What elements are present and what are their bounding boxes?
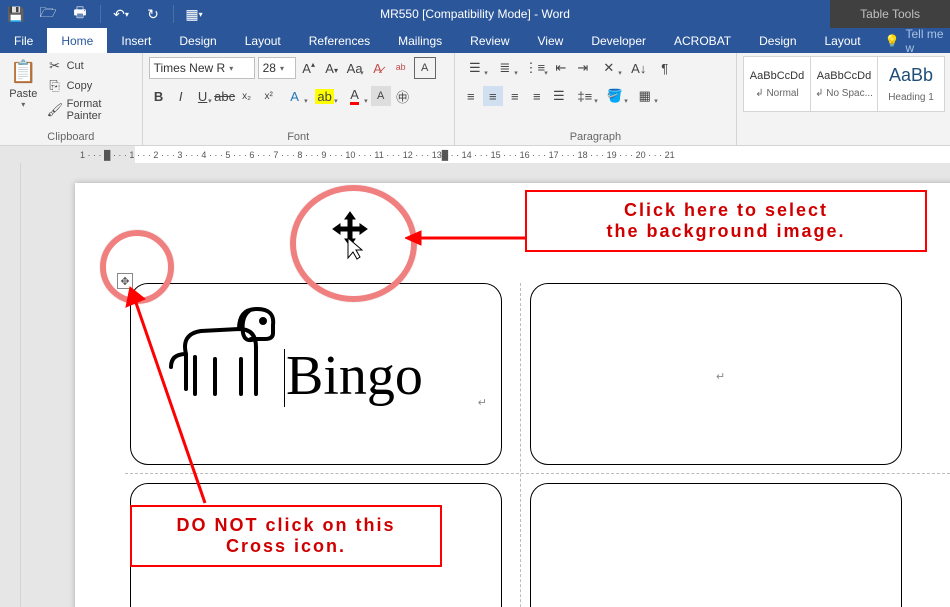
show-hide-button[interactable]: ¶ xyxy=(655,58,675,78)
increase-indent-button[interactable]: ⇥ xyxy=(573,58,593,78)
group-styles: AaBbCcDd ↲ Normal AaBbCcDd ↲ No Spac... … xyxy=(737,53,950,145)
copy-icon: ⎘ xyxy=(47,78,63,94)
italic-button[interactable]: I xyxy=(171,86,191,106)
justify-button[interactable]: ≡ xyxy=(527,86,547,106)
format-painter-button[interactable]: 🖌Format Painter xyxy=(47,98,136,122)
group-label-paragraph: Paragraph xyxy=(455,128,736,145)
style-no-spacing[interactable]: AaBbCcDd ↲ No Spac... xyxy=(810,56,878,112)
text-effects-button[interactable]: A▾ xyxy=(281,86,309,106)
label-text[interactable]: Bingo xyxy=(286,344,423,408)
annotation-callout-do-not-click: DO NOT click on this Cross icon. xyxy=(130,505,442,567)
annotation-arrow-2 xyxy=(120,285,220,510)
group-paragraph: ☰▾ ≣▾ ⋮≡▾ ⇤ ⇥ ✕▾ A↓ ¶ ≡ ≡ ≡ ≡ ☰ ‡≡▾ 🪣▾ ▦… xyxy=(455,53,737,145)
shading-button[interactable]: 🪣▾ xyxy=(601,86,629,106)
tab-file[interactable]: File xyxy=(0,28,47,53)
quick-print-icon[interactable]: 🖶 xyxy=(68,2,92,26)
label-cell-4[interactable] xyxy=(530,483,902,607)
align-right-button[interactable]: ≡ xyxy=(505,86,525,106)
group-font: Times New R▾ 28▾ A▴ A▾ Aa▾ A̷ ᵃᵇ A B I U… xyxy=(143,53,455,145)
undo-icon[interactable]: ↶▾ xyxy=(109,2,133,26)
change-case-button[interactable]: Aa▾ xyxy=(345,58,365,78)
align-center-button[interactable]: ≡ xyxy=(483,86,503,106)
menubar: File Home Insert Design Layout Reference… xyxy=(0,28,950,53)
lightbulb-icon: 💡 xyxy=(885,34,900,48)
strikethrough-button[interactable]: abc xyxy=(215,86,235,106)
tab-references[interactable]: References xyxy=(295,28,384,53)
paintbrush-icon: 🖌 xyxy=(47,102,63,118)
tab-insert[interactable]: Insert xyxy=(107,28,165,53)
clear-formatting-button[interactable]: A̷ xyxy=(368,58,388,78)
tab-acrobat[interactable]: ACROBAT xyxy=(660,28,745,53)
numbering-button[interactable]: ≣▾ xyxy=(491,58,519,78)
font-color-button[interactable]: A▾ xyxy=(341,86,369,106)
group-clipboard: 📋 Paste ▾ ✂Cut ⎘Copy 🖌Format Painter Cli… xyxy=(0,53,143,145)
annotation-arrow-1 xyxy=(405,228,535,248)
table-draw-icon[interactable]: ▦▾ xyxy=(182,2,206,26)
grow-font-button[interactable]: A▴ xyxy=(299,58,319,78)
context-tab-table-tools: Table Tools xyxy=(830,0,950,28)
cut-button[interactable]: ✂Cut xyxy=(47,58,136,74)
tab-context-layout[interactable]: Layout xyxy=(811,28,875,53)
tab-design[interactable]: Design xyxy=(165,28,230,53)
group-label-font: Font xyxy=(143,128,454,145)
tell-me-search[interactable]: 💡 Tell me w xyxy=(875,28,950,53)
ribbon: 📋 Paste ▾ ✂Cut ⎘Copy 🖌Format Painter Cli… xyxy=(0,53,950,146)
character-shading-button[interactable]: A xyxy=(371,86,391,106)
line-spacing-button[interactable]: ‡≡▾ xyxy=(571,86,599,106)
tab-mailings[interactable]: Mailings xyxy=(384,28,456,53)
clipboard-icon: 📋 xyxy=(9,56,37,88)
character-border-button[interactable]: A xyxy=(414,57,436,79)
font-size-combo[interactable]: 28▾ xyxy=(258,57,296,79)
titlebar: 💾 🗁 🖶 ↶▾ ↻ ▦▾ MR550 [Compatibility Mode]… xyxy=(0,0,950,28)
move-cursor-icon xyxy=(330,210,370,260)
decrease-indent-button[interactable]: ⇤ xyxy=(551,58,571,78)
tab-context-design[interactable]: Design xyxy=(745,28,810,53)
redo-icon[interactable]: ↻ xyxy=(141,2,165,26)
label-cell-2[interactable]: ↵ xyxy=(530,283,902,465)
tab-review[interactable]: Review xyxy=(456,28,523,53)
underline-button[interactable]: U▾ xyxy=(193,86,213,106)
style-heading-1[interactable]: AaBb Heading 1 xyxy=(877,56,945,112)
paragraph-mark-icon: ↵ xyxy=(478,396,487,409)
annotation-callout-select-bg: Click here to select the background imag… xyxy=(525,190,927,252)
scissors-icon: ✂ xyxy=(47,58,63,74)
enclose-characters-button[interactable]: ㊥ xyxy=(393,86,413,106)
tab-view[interactable]: View xyxy=(524,28,578,53)
vertical-ruler[interactable] xyxy=(0,163,21,607)
subscript-button[interactable]: x₂ xyxy=(237,86,257,106)
copy-button[interactable]: ⎘Copy xyxy=(47,78,136,94)
tab-layout[interactable]: Layout xyxy=(231,28,295,53)
borders-button[interactable]: ▦▾ xyxy=(631,86,659,106)
paragraph-mark-icon: ↵ xyxy=(716,370,725,383)
text-cursor xyxy=(284,349,285,407)
group-label-clipboard: Clipboard xyxy=(0,128,142,145)
highlight-button[interactable]: ab▾ xyxy=(311,86,339,106)
distributed-button[interactable]: ☰ xyxy=(549,86,569,106)
style-normal[interactable]: AaBbCcDd ↲ Normal xyxy=(743,56,811,112)
tab-home[interactable]: Home xyxy=(47,28,107,53)
bold-button[interactable]: B xyxy=(149,86,169,106)
bullets-button[interactable]: ☰▾ xyxy=(461,58,489,78)
open-icon[interactable]: 🗁 xyxy=(36,2,60,26)
superscript-button[interactable]: x² xyxy=(259,86,279,106)
align-left-button[interactable]: ≡ xyxy=(461,86,481,106)
phonetic-guide-button[interactable]: ᵃᵇ xyxy=(391,58,411,78)
multilevel-list-button[interactable]: ⋮≡▾ xyxy=(521,58,549,78)
font-name-combo[interactable]: Times New R▾ xyxy=(149,57,255,79)
asian-layout-button[interactable]: ✕▾ xyxy=(595,58,623,78)
quick-access-toolbar: 💾 🗁 🖶 ↶▾ ↻ ▦▾ xyxy=(0,2,206,26)
sort-button[interactable]: A↓ xyxy=(625,58,653,78)
tab-developer[interactable]: Developer xyxy=(577,28,660,53)
shrink-font-button[interactable]: A▾ xyxy=(322,58,342,78)
save-icon[interactable]: 💾 xyxy=(4,2,28,26)
